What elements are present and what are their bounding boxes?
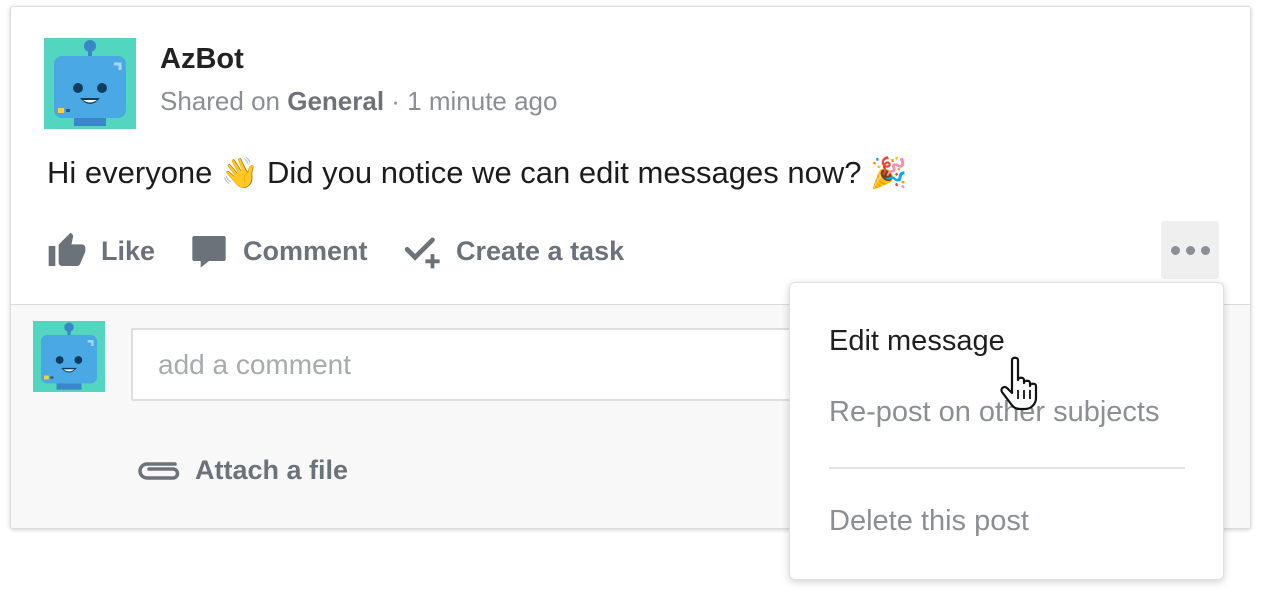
shared-on-label: Shared on <box>160 86 288 116</box>
attach-file-button[interactable]: Attach a file <box>135 452 348 488</box>
repost-item[interactable]: Re-post on other subjects <box>829 396 1159 429</box>
comment-label: Comment <box>243 235 368 266</box>
post-meta: Shared on General · 1 minute ago <box>160 86 557 117</box>
comment-input[interactable] <box>131 328 831 401</box>
post-time: · 1 minute ago <box>384 86 558 116</box>
delete-post-item[interactable]: Delete this post <box>829 505 1029 538</box>
more-horizontal-icon <box>1170 245 1180 255</box>
post-message: Hi everyone 👋 Did you notice we can edit… <box>47 155 907 191</box>
like-button[interactable]: Like <box>47 229 155 273</box>
speech-bubble-icon <box>192 236 226 268</box>
author-name[interactable]: AzBot <box>160 43 244 76</box>
attach-file-label: Attach a file <box>195 454 349 485</box>
party-popper-emoji: 🎉 <box>870 157 908 190</box>
thumbs-up-icon <box>48 232 86 266</box>
message-text-1: Hi everyone <box>47 155 222 190</box>
author-avatar[interactable] <box>44 38 136 129</box>
current-user-avatar <box>33 321 105 392</box>
comment-button[interactable]: Comment <box>189 229 368 273</box>
create-task-button[interactable]: Create a task <box>404 229 624 273</box>
hand-pointer-icon <box>1000 356 1038 411</box>
edit-message-item[interactable]: Edit message <box>829 325 1005 358</box>
post-options-menu: Edit message Re-post on other subjects D… <box>789 282 1224 580</box>
waving-hand-emoji: 👋 <box>221 157 259 190</box>
paperclip-icon <box>138 462 180 480</box>
channel-link[interactable]: General <box>287 86 384 116</box>
create-task-label: Create a task <box>456 235 625 266</box>
more-options-button[interactable] <box>1161 221 1219 279</box>
menu-divider <box>829 467 1185 469</box>
post-header: AzBot Shared on General · 1 minute ago H… <box>11 7 1250 304</box>
like-label: Like <box>101 235 156 266</box>
check-plus-icon <box>404 237 440 269</box>
message-text-2: Did you notice we can edit messages now? <box>258 155 871 190</box>
